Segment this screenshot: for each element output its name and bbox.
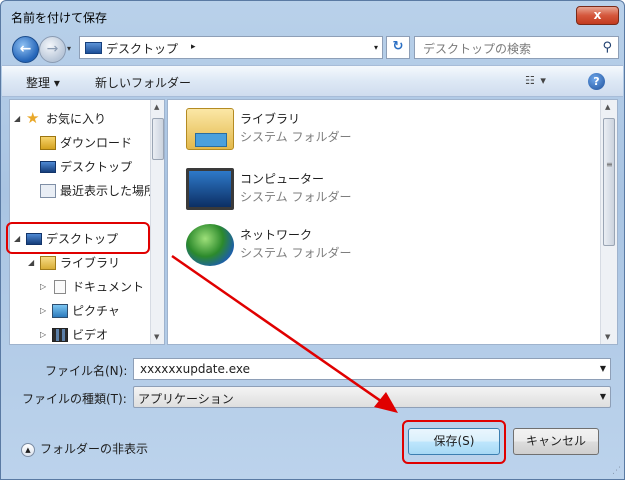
nav-item-label: ドキュメント [72, 280, 145, 294]
expand-toggle-icon[interactable]: ▷ [40, 276, 46, 298]
window-title: 名前を付けて保存 [11, 11, 108, 25]
refresh-button[interactable]: ↻ [386, 36, 410, 59]
item-type: システム フォルダー [240, 246, 352, 260]
expand-toggle-icon[interactable]: ◢ [14, 108, 20, 130]
filetype-select[interactable]: アプリケーション ▼ [133, 386, 611, 408]
collapse-icon: ▲ [21, 442, 35, 457]
item-type: システム フォルダー [240, 130, 352, 144]
list-item-libraries[interactable]: ライブラリ システム フォルダー [186, 108, 446, 158]
filename-dropdown-icon[interactable]: ▼ [600, 364, 606, 373]
help-icon[interactable]: ? [588, 73, 605, 90]
filetype-value: アプリケーション [138, 392, 234, 406]
expand-toggle-icon[interactable]: ▷ [40, 300, 46, 322]
scroll-down-icon[interactable]: ▼ [605, 333, 610, 341]
list-item-computer[interactable]: コンピューター システム フォルダー [186, 168, 446, 218]
scroll-up-icon[interactable]: ▲ [154, 103, 159, 111]
search-input[interactable]: デスクトップの検索 ⚲ [414, 36, 619, 59]
item-type: システム フォルダー [240, 190, 352, 204]
close-button[interactable]: x [576, 6, 619, 25]
address-location[interactable]: デスクトップ [106, 40, 178, 57]
desktop-icon [85, 42, 102, 54]
scroll-thumb[interactable] [152, 118, 164, 160]
list-item-network[interactable]: ネットワーク システム フォルダー [186, 224, 446, 274]
hide-folders-toggle[interactable]: ▲ フォルダーの非表示 [21, 440, 148, 457]
back-button[interactable]: ← [12, 36, 39, 63]
scroll-up-icon[interactable]: ▲ [605, 103, 610, 111]
hide-folders-label: フォルダーの非表示 [40, 442, 149, 456]
library-icon [186, 108, 234, 150]
scroll-grip-icon: ≡ [606, 160, 613, 169]
search-icon[interactable]: ⚲ [602, 40, 612, 55]
star-icon: ★ [26, 109, 40, 127]
nav-item-label: お気に入り [46, 112, 107, 126]
nav-item-label: 最近表示した場所 [60, 184, 157, 198]
organize-menu-button[interactable]: 整理 ▾ [26, 74, 60, 91]
item-name: ネットワーク [240, 228, 313, 242]
cancel-button[interactable]: キャンセル [513, 428, 599, 455]
command-toolbar: 整理 ▾ 新しいフォルダー ☷ ▾ ? [2, 65, 623, 97]
annotation-highlight-desktop [6, 222, 150, 254]
nav-item-label: デスクトップ [60, 160, 133, 174]
filetype-dropdown-icon[interactable]: ▼ [600, 392, 606, 401]
network-icon [186, 224, 234, 266]
view-options-button[interactable]: ☷ ▾ [525, 74, 547, 87]
nav-item-label: ピクチャ [72, 304, 120, 318]
recent-places-icon [40, 184, 56, 198]
address-bar[interactable]: デスクトップ ▸ ▾ [79, 36, 383, 59]
item-name: ライブラリ [240, 112, 301, 126]
filename-value[interactable]: xxxxxxupdate.exe [140, 362, 250, 376]
forward-button[interactable]: → [39, 36, 66, 63]
videos-icon [52, 328, 68, 342]
nav-item-label: ダウンロード [60, 136, 133, 150]
filename-label: ファイル名(N): [45, 364, 128, 378]
library-icon [40, 256, 56, 270]
history-dropdown-icon[interactable]: ▾ [67, 44, 71, 53]
new-folder-button[interactable]: 新しいフォルダー [95, 74, 191, 91]
content-scrollbar[interactable]: ▲ ≡ ▼ [600, 100, 617, 344]
title-bar[interactable]: 名前を付けて保存 x [1, 1, 624, 31]
breadcrumb-arrow-icon[interactable]: ▸ [191, 42, 196, 52]
expand-toggle-icon[interactable]: ▷ [40, 324, 46, 344]
downloads-icon [40, 136, 56, 150]
nav-scrollbar[interactable]: ▲ ▼ [150, 100, 164, 344]
nav-item-label: ライブラリ [60, 256, 121, 270]
resize-grip-icon[interactable]: ⋰ [612, 466, 621, 476]
documents-icon [54, 280, 66, 294]
filename-field[interactable]: xxxxxxupdate.exe ▼ [133, 358, 611, 380]
filetype-label: ファイルの種類(T): [22, 392, 127, 406]
annotation-highlight-save [402, 420, 506, 464]
nav-item-label: ビデオ [72, 328, 109, 342]
address-dropdown-icon[interactable]: ▾ [374, 43, 378, 52]
desktop-icon [40, 161, 56, 173]
search-placeholder: デスクトップの検索 [423, 42, 532, 56]
scroll-down-icon[interactable]: ▼ [154, 333, 159, 341]
file-list-pane[interactable]: ライブラリ システム フォルダー コンピューター システム フォルダー ネットワ… [167, 99, 618, 345]
computer-icon [186, 168, 234, 210]
expand-toggle-icon[interactable]: ◢ [28, 252, 34, 274]
pictures-icon [52, 304, 68, 318]
item-name: コンピューター [240, 172, 325, 186]
